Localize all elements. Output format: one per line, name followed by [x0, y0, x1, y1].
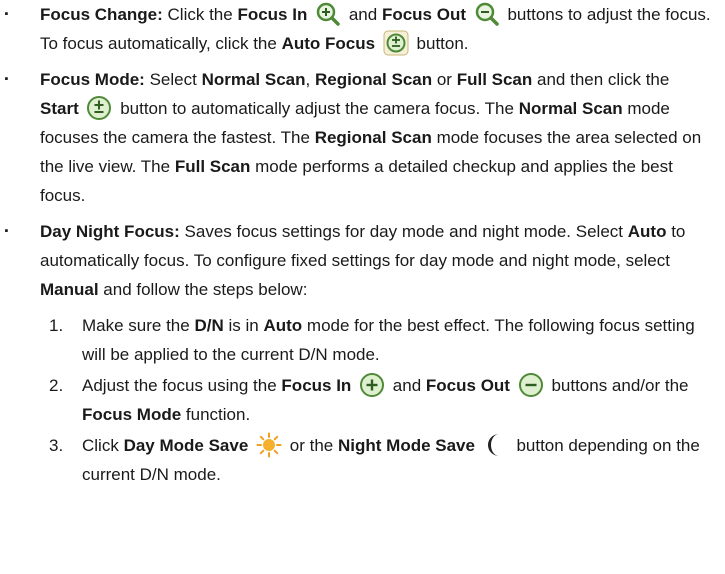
- sun-icon: [256, 432, 282, 458]
- bullet-icon: ▪: [4, 225, 9, 237]
- moon-icon: [483, 432, 509, 458]
- focus-out-circle-icon: [518, 372, 544, 398]
- item-title: Day Night Focus:: [40, 222, 180, 241]
- zoom-in-icon: [315, 1, 341, 27]
- document-page: ▪ Focus Change: Click the Focus In and F…: [0, 0, 725, 489]
- list-item-focus-change: ▪ Focus Change: Click the Focus In and F…: [0, 0, 711, 58]
- step-1: 1. Make sure the D/N is in Auto mode for…: [0, 311, 711, 369]
- step-number: 3.: [49, 436, 64, 455]
- item-title: Focus Change:: [40, 5, 163, 24]
- steps-list: 1. Make sure the D/N is in Auto mode for…: [0, 311, 711, 489]
- item-title: Focus Mode:: [40, 70, 145, 89]
- bullet-icon: ▪: [4, 73, 9, 85]
- step-number: 2.: [49, 376, 64, 395]
- list-item-day-night-focus: ▪ Day Night Focus: Saves focus settings …: [0, 217, 711, 304]
- step-3: 3. Click Day Mode Save or the Night Mode…: [0, 431, 711, 489]
- auto-focus-icon: [383, 30, 409, 56]
- list-item-focus-mode: ▪ Focus Mode: Select Normal Scan, Region…: [0, 65, 711, 210]
- zoom-out-icon: [474, 1, 500, 27]
- focus-in-circle-icon: [359, 372, 385, 398]
- step-2: 2. Adjust the focus using the Focus In a…: [0, 371, 711, 429]
- bullet-icon: ▪: [4, 8, 9, 20]
- start-icon: [86, 95, 112, 121]
- step-number: 1.: [49, 316, 64, 335]
